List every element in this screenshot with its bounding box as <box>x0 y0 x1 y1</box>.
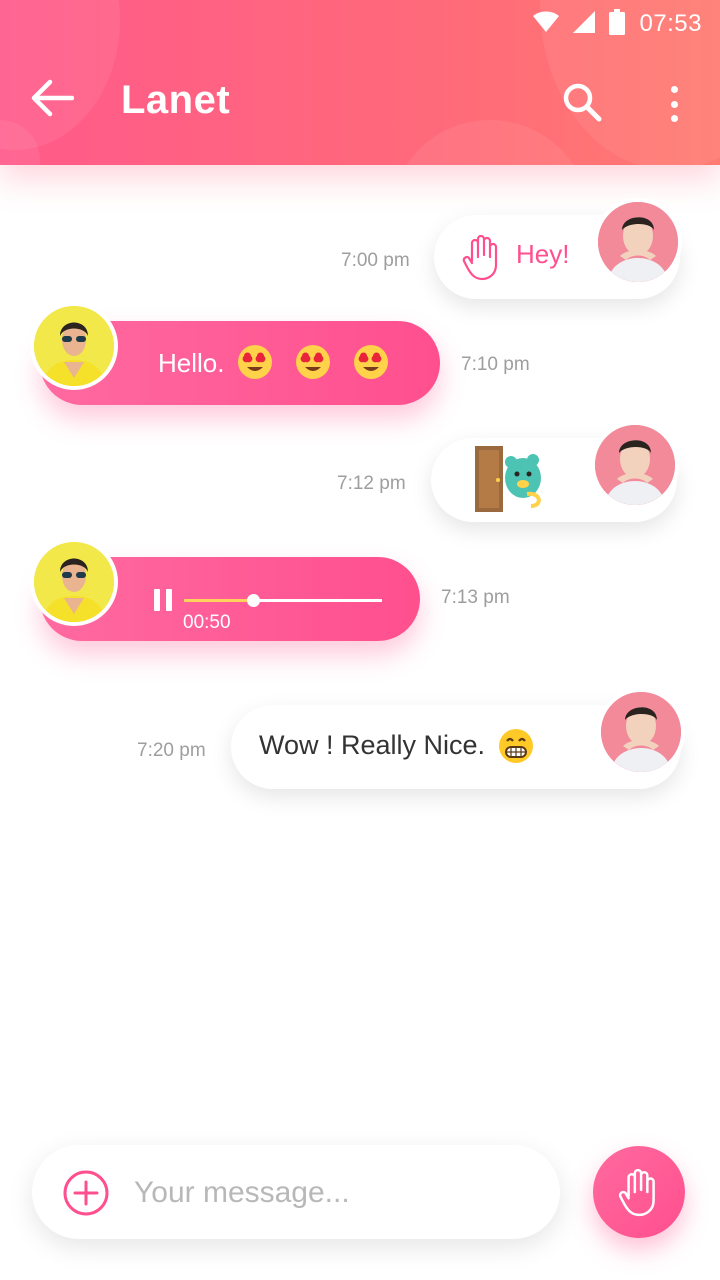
pause-icon[interactable] <box>154 589 176 613</box>
voice-progress-track[interactable] <box>184 594 382 607</box>
waving-hand-icon <box>462 234 498 281</box>
heart-eyes-emoji <box>354 345 388 379</box>
emoji-row <box>236 343 390 381</box>
send-wave-button[interactable] <box>593 1146 685 1238</box>
message-time: 7:12 pm <box>337 473 406 494</box>
voice-progress-fill <box>184 599 254 602</box>
avatar[interactable] <box>30 538 118 626</box>
avatar[interactable] <box>30 302 118 390</box>
more-vertical-icon <box>670 86 678 93</box>
voice-progress-knob[interactable] <box>247 594 261 607</box>
add-attachment-button[interactable] <box>62 1169 110 1217</box>
signal-icon <box>573 10 596 38</box>
app-header: 07:53 Lanet <box>0 0 720 165</box>
heart-eyes-emoji <box>238 345 272 379</box>
battery-icon <box>609 8 626 40</box>
heart-eyes-emoji <box>296 345 330 379</box>
message-text: Hey! <box>516 239 570 269</box>
avatar[interactable] <box>597 688 685 776</box>
message-text: Wow ! Really Nice. <box>259 730 486 760</box>
status-bar: 07:53 <box>533 8 702 40</box>
avatar[interactable] <box>591 421 679 509</box>
arrow-left-icon <box>31 79 75 117</box>
page-title: Lanet <box>121 78 231 122</box>
app-bar: Lanet <box>0 60 720 140</box>
door-peek-sticker <box>475 446 541 512</box>
message-input[interactable] <box>134 1165 534 1221</box>
wifi-icon <box>533 11 560 38</box>
message-time: 7:00 pm <box>341 250 410 271</box>
grinning-emoji <box>499 729 533 763</box>
status-time: 07:53 <box>639 10 702 37</box>
search-icon <box>563 83 602 122</box>
voice-duration: 00:50 <box>183 612 231 633</box>
plus-circle-icon <box>63 1170 109 1216</box>
back-button[interactable] <box>30 78 80 124</box>
message-composer <box>32 1145 560 1239</box>
message-time: 7:13 pm <box>441 587 510 608</box>
more-options-button[interactable] <box>660 82 688 126</box>
avatar[interactable] <box>594 198 682 286</box>
message-text: Hello. <box>158 348 225 378</box>
waving-hand-icon <box>618 1168 655 1217</box>
search-button[interactable] <box>562 82 606 126</box>
message-time: 7:20 pm <box>137 740 206 761</box>
message-time: 7:10 pm <box>461 354 530 375</box>
